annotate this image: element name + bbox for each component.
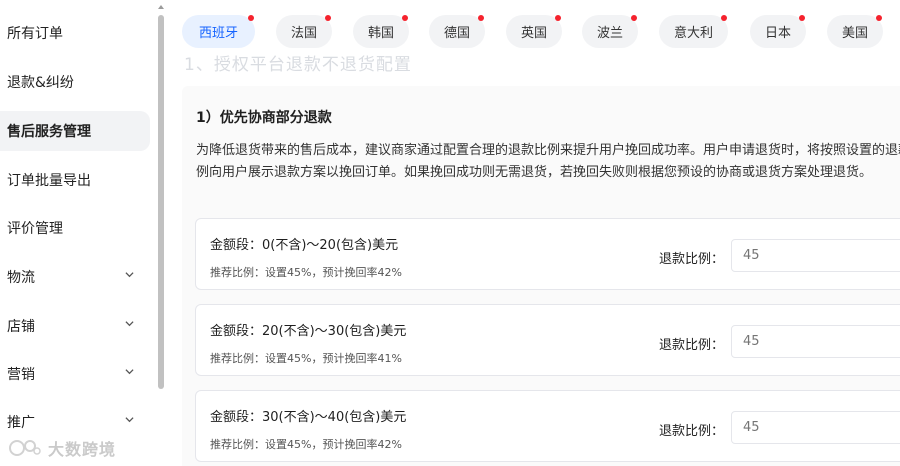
panel-description: 为降低退货带来的售后成本，建议商家通过配置合理的退款比例来提升用户挽回成功率。用… — [196, 143, 900, 180]
scroll-up-arrow-icon[interactable] — [158, 5, 164, 9]
tier-amount-range: 金额段：30(不含)～40(包含)美元 — [210, 410, 407, 425]
notification-dot-icon — [876, 15, 882, 21]
sidebar-item-label: 评价管理 — [7, 221, 63, 237]
sidebar-item-label: 店铺 — [7, 319, 35, 335]
notification-dot-icon — [799, 15, 805, 21]
notification-dot-icon — [631, 15, 637, 21]
refund-ratio-input[interactable] — [731, 239, 900, 272]
sidebar-item-logistics[interactable]: 物流 — [0, 257, 150, 297]
tab-france[interactable]: 法国 — [276, 15, 332, 48]
refund-ratio-label: 退款比例： — [659, 338, 725, 353]
sidebar-item-after-sales[interactable]: 售后服务管理 — [0, 111, 150, 151]
chevron-down-icon — [125, 321, 134, 327]
tab-spain[interactable]: 西班牙 — [182, 15, 255, 48]
sidebar-item-label: 营销 — [7, 367, 35, 383]
sidebar-item-label: 所有订单 — [7, 26, 63, 42]
tier-recommendation: 推荐比例：设置45%，预计挽回率42% — [210, 438, 402, 451]
tab-label: 波兰 — [596, 26, 623, 41]
tab-label: 韩国 — [367, 26, 394, 41]
section-heading: 1、授权平台退款不退货配置 — [184, 55, 412, 75]
watermark: 大数跨境 — [8, 436, 116, 460]
refund-tier-card: 金额段：20(不含)～30(包含)美元 推荐比例：设置45%，预计挽回率41% … — [195, 304, 900, 376]
tab-label: 西班牙 — [198, 26, 238, 41]
sidebar-scrollbar-thumb[interactable] — [158, 15, 164, 389]
tab-label: 美国 — [841, 26, 868, 41]
notification-dot-icon — [478, 15, 484, 21]
tab-label: 德国 — [443, 26, 470, 41]
tab-italy[interactable]: 意大利 — [659, 15, 728, 48]
watermark-text: 大数跨境 — [48, 440, 117, 459]
tier-recommendation: 推荐比例：设置45%，预计挽回率42% — [210, 266, 402, 279]
panel-title: 1）优先协商部分退款 — [196, 110, 332, 126]
refund-tier-card: 金额段：30(不含)～40(包含)美元 推荐比例：设置45%，预计挽回率42% … — [195, 390, 900, 462]
sidebar-item-label: 订单批量导出 — [7, 173, 91, 189]
sidebar-item-all-orders[interactable]: 所有订单 — [0, 13, 150, 53]
tier-recommendation: 推荐比例：设置45%，预计挽回率41% — [210, 352, 402, 365]
notification-dot-icon — [555, 15, 561, 21]
sidebar-item-marketing[interactable]: 营销 — [0, 354, 150, 394]
sidebar: 所有订单 退款&纠纷 售后服务管理 订单批量导出 评价管理 物流 店铺 营销 推… — [0, 0, 166, 466]
notification-dot-icon — [248, 15, 254, 21]
tier-amount-range: 金额段：0(不含)～20(包含)美元 — [210, 238, 399, 253]
tab-label: 日本 — [764, 26, 791, 41]
refund-ratio-label: 退款比例： — [659, 424, 725, 439]
sidebar-item-label: 物流 — [7, 270, 35, 286]
sidebar-item-label: 售后服务管理 — [7, 124, 91, 140]
tab-korea[interactable]: 韩国 — [353, 15, 409, 48]
brand-logo-icon — [9, 440, 41, 456]
partial-refund-panel: 1）优先协商部分退款 为降低退货带来的售后成本，建议商家通过配置合理的退款比例来… — [182, 86, 900, 466]
refund-tier-card: 金额段：0(不含)～20(包含)美元 推荐比例：设置45%，预计挽回率42% 退… — [195, 218, 900, 290]
tier-amount-range: 金额段：20(不含)～30(包含)美元 — [210, 324, 407, 339]
sidebar-item-store[interactable]: 店铺 — [0, 306, 150, 346]
chevron-down-icon — [125, 272, 134, 278]
sidebar-item-label: 退款&纠纷 — [7, 75, 74, 91]
notification-dot-icon — [325, 15, 331, 21]
notification-dot-icon — [721, 15, 727, 21]
sidebar-item-reviews[interactable]: 评价管理 — [0, 208, 150, 248]
sidebar-item-batch-export[interactable]: 订单批量导出 — [0, 160, 150, 200]
tab-poland[interactable]: 波兰 — [582, 15, 638, 48]
notification-dot-icon — [402, 15, 408, 21]
main-content: 西班牙 法国 韩国 德国 英国 波兰 意大利 日本 美国 1、授权平台退款不退货… — [166, 0, 900, 466]
chevron-down-icon — [125, 369, 134, 375]
refund-ratio-input[interactable] — [731, 325, 900, 358]
sidebar-item-refunds-disputes[interactable]: 退款&纠纷 — [0, 62, 150, 102]
tab-japan[interactable]: 日本 — [750, 15, 806, 48]
sidebar-item-label: 推广 — [7, 415, 35, 431]
tab-usa[interactable]: 美国 — [827, 15, 883, 48]
refund-ratio-label: 退款比例： — [659, 252, 725, 267]
tab-label: 意大利 — [673, 26, 713, 41]
tab-uk[interactable]: 英国 — [506, 15, 562, 48]
tab-label: 英国 — [520, 26, 547, 41]
tab-germany[interactable]: 德国 — [429, 15, 485, 48]
tab-label: 法国 — [290, 26, 317, 41]
refund-ratio-input[interactable] — [731, 411, 900, 444]
chevron-down-icon — [125, 417, 134, 423]
